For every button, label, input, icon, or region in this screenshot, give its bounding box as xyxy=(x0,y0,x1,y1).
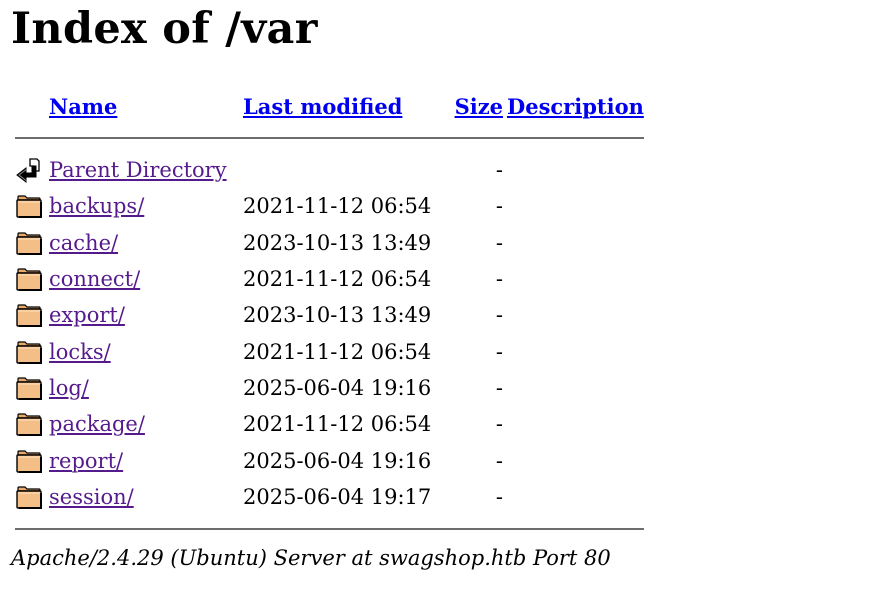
description-column-header: Description xyxy=(507,88,644,124)
size-cell: - xyxy=(495,303,503,328)
last-modified-cell: 2021-11-12 06:54 xyxy=(243,267,432,292)
last-modified-cell: 2023-10-13 13:49 xyxy=(243,303,432,328)
table-row: backups/2021-11-12 06:54 - xyxy=(15,188,644,224)
last-modified-cell: 2021-11-12 06:54 xyxy=(243,194,432,219)
page-title: Index of /var xyxy=(11,4,318,54)
last-modified-cell: 2025-06-04 19:17 xyxy=(243,484,432,509)
last-modified-column-header: Last modified xyxy=(243,88,445,124)
directory-listing: Name Last modified Size Description Pare… xyxy=(11,88,648,543)
folder-link[interactable]: export/ xyxy=(49,303,125,327)
description-cell xyxy=(507,333,644,369)
folder-link[interactable]: backups/ xyxy=(49,194,144,218)
sort-by-description-link[interactable]: Description xyxy=(507,94,644,119)
table-row: report/2025-06-04 19:16 - xyxy=(15,442,644,478)
size-cell: - xyxy=(495,158,503,183)
description-cell xyxy=(507,261,644,297)
server-signature: Apache/2.4.29 (Ubuntu) Server at swagsho… xyxy=(11,546,611,570)
size-cell: - xyxy=(495,339,503,364)
folder-link[interactable]: session/ xyxy=(49,485,134,509)
back-icon xyxy=(15,156,43,184)
size-column-header: Size xyxy=(449,88,503,124)
folder-icon xyxy=(15,265,43,293)
table-row: connect/2021-11-12 06:54 - xyxy=(15,261,644,297)
folder-icon xyxy=(15,483,43,511)
parent-directory-link[interactable]: Parent Directory xyxy=(49,158,227,182)
description-cell xyxy=(507,406,644,442)
size-cell: - xyxy=(495,194,503,219)
sort-by-name-link[interactable]: Name xyxy=(49,94,117,119)
size-cell: - xyxy=(495,484,503,509)
table-row: package/2021-11-12 06:54 - xyxy=(15,406,644,442)
table-row: log/2025-06-04 19:16 - xyxy=(15,370,644,406)
header-row: Name Last modified Size Description xyxy=(15,88,644,124)
description-cell xyxy=(507,225,644,261)
table-row: Parent Directory - xyxy=(15,152,644,188)
last-modified-cell: 2025-06-04 19:16 xyxy=(243,448,432,473)
size-cell: - xyxy=(495,267,503,292)
folder-icon xyxy=(15,410,43,438)
folder-icon xyxy=(15,229,43,257)
name-column-header: Name xyxy=(49,88,239,124)
description-cell xyxy=(507,479,644,515)
sort-by-size-link[interactable]: Size xyxy=(455,94,503,119)
sort-by-last-modified-link[interactable]: Last modified xyxy=(243,94,402,119)
top-divider xyxy=(15,137,644,139)
last-modified-cell: 2021-11-12 06:54 xyxy=(243,339,432,364)
folder-icon xyxy=(15,192,43,220)
last-modified-cell: 2025-06-04 19:16 xyxy=(243,375,432,400)
table-row: cache/2023-10-13 13:49 - xyxy=(15,225,644,261)
table-row: locks/2021-11-12 06:54 - xyxy=(15,333,644,369)
description-cell xyxy=(507,188,644,224)
folder-icon xyxy=(15,447,43,475)
table-row: export/2023-10-13 13:49 - xyxy=(15,297,644,333)
description-cell xyxy=(507,297,644,333)
size-cell: - xyxy=(495,230,503,255)
last-modified-cell: 2021-11-12 06:54 xyxy=(243,412,432,437)
last-modified-cell xyxy=(243,152,445,188)
folder-link[interactable]: report/ xyxy=(49,449,123,473)
icon-column-header xyxy=(15,88,45,124)
description-cell xyxy=(507,442,644,478)
folder-link[interactable]: connect/ xyxy=(49,267,140,291)
folder-icon xyxy=(15,374,43,402)
description-cell xyxy=(507,370,644,406)
bottom-divider xyxy=(15,527,644,530)
size-cell: - xyxy=(495,412,503,437)
folder-link[interactable]: log/ xyxy=(49,376,89,400)
bottom-rule-row xyxy=(15,515,644,543)
description-cell xyxy=(507,152,644,188)
top-rule-row xyxy=(15,124,644,152)
folder-icon xyxy=(15,301,43,329)
folder-link[interactable]: package/ xyxy=(49,412,145,436)
size-cell: - xyxy=(495,448,503,473)
folder-link[interactable]: cache/ xyxy=(49,231,118,255)
table-row: session/2025-06-04 19:17 - xyxy=(15,479,644,515)
last-modified-cell: 2023-10-13 13:49 xyxy=(243,230,432,255)
folder-link[interactable]: locks/ xyxy=(49,340,111,364)
size-cell: - xyxy=(495,375,503,400)
folder-icon xyxy=(15,338,43,366)
